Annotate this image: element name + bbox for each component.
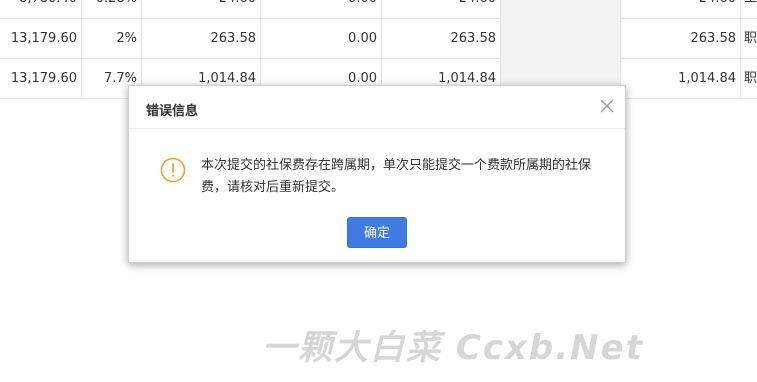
table-cell: 263.58 — [142, 18, 261, 58]
table-cell: 13,179.60 — [0, 18, 82, 58]
table-cell: 0.28% — [82, 0, 142, 18]
table-cell: 24.60 — [621, 0, 741, 18]
close-icon[interactable] — [599, 98, 615, 114]
table-cell: 263.58 — [382, 18, 501, 58]
table-cell: 24.60 — [142, 0, 261, 18]
table-cell — [501, 18, 621, 58]
dialog-title: 错误信息 — [146, 104, 199, 119]
table-cell — [501, 0, 621, 18]
table-cell: 2% — [82, 18, 142, 58]
confirm-button[interactable]: 确定 — [347, 217, 407, 248]
table-cell: 8,780.40 — [0, 0, 82, 18]
table-row[interactable]: 13,179.60 2% 263.58 0.00 263.58 263.58 职 — [0, 18, 757, 59]
table-cell: 职 — [744, 71, 757, 86]
watermark: 一颗大白菜 Ccxb.Net — [262, 328, 644, 368]
table-row[interactable]: 8,780.40 0.28% 24.60 0.00 24.60 24.60 工 — [0, 0, 757, 19]
dialog-header: 错误信息 — [129, 86, 625, 129]
dialog-body: 本次提交的社保费存在跨属期，单次只能提交一个费款所属期的社保费，请核对后重新提交… — [129, 130, 625, 220]
table-cell: 0.00 — [261, 0, 382, 18]
table-cell: 工 — [741, 0, 757, 18]
warning-circle-icon — [160, 157, 186, 183]
error-dialog: 错误信息 本次提交的社保费存在跨属期，单次只能提交一个费款所属期的社保费，请核对… — [128, 85, 626, 263]
table-cell: 0.00 — [261, 18, 382, 58]
table-cell: 24.60 — [382, 0, 501, 18]
table-cell: 职 — [744, 31, 757, 46]
table-cell: 13,179.60 — [0, 58, 82, 98]
table-cell: 263.58 — [621, 18, 741, 58]
dialog-message: 本次提交的社保费存在跨属期，单次只能提交一个费款所属期的社保费，请核对后重新提交… — [201, 158, 592, 195]
table-cell: 1,014.84 — [621, 58, 741, 98]
